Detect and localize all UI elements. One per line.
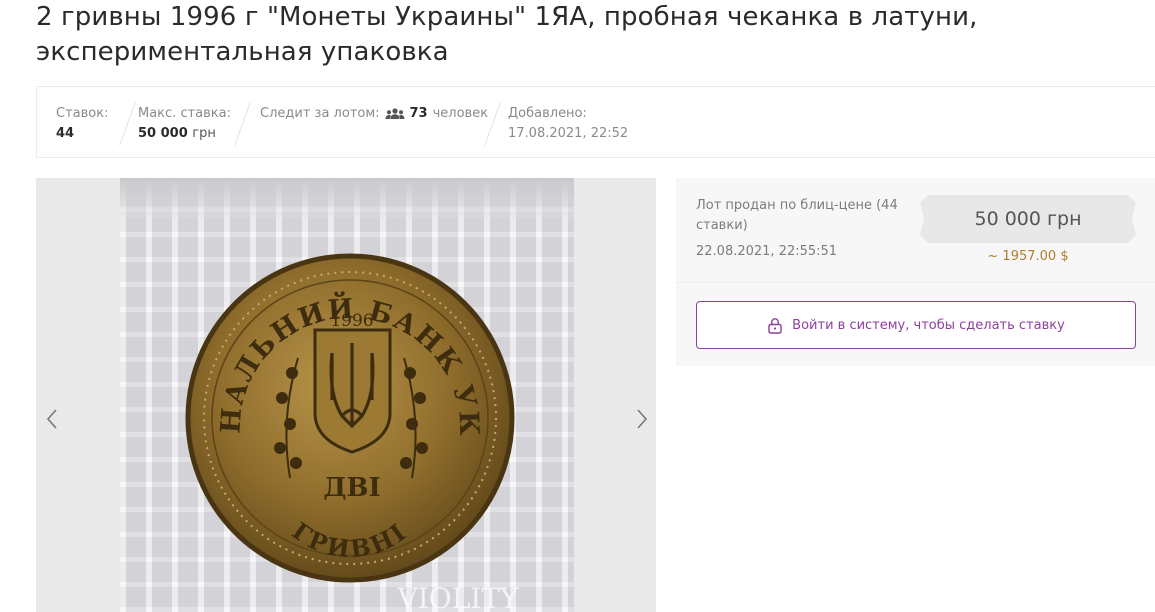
lot-stats-bar: Ставок: 44 Макс. ставка: 50 000 грн След… xyxy=(36,86,1155,158)
login-button-label: Войти в систему, чтобы сделать ставку xyxy=(792,317,1065,333)
photo-gallery[interactable]: НАЦІОНАЛЬНИЙ БАНК УКРАЇНИ 1996 ДВІ ГРИВН… xyxy=(36,178,656,612)
panel-divider xyxy=(676,282,1155,283)
login-to-bid-button[interactable]: Войти в систему, чтобы сделать ставку xyxy=(696,301,1136,349)
prev-photo-button[interactable] xyxy=(42,404,62,434)
watchers-count: 73 xyxy=(409,106,428,121)
added-date: 17.08.2021, 22:52 xyxy=(508,126,629,141)
chevron-right-icon xyxy=(637,409,648,429)
chevron-left-icon xyxy=(46,409,57,429)
next-photo-button[interactable] xyxy=(632,404,652,434)
lock-icon xyxy=(768,317,782,334)
max-bid-value: 50 000 грн xyxy=(138,126,216,141)
sold-price: 50 000 грн xyxy=(920,195,1136,243)
lot-sale-panel: Лот продан по блиц-цене (44 ставки) 22.0… xyxy=(676,178,1155,366)
max-bid-label: Макс. ставка: xyxy=(138,106,231,121)
stat-divider xyxy=(234,102,251,146)
stat-divider xyxy=(119,102,136,146)
price-usd: ~ 1957.00 $ xyxy=(987,249,1069,264)
watchers-stat: Следит за лотом: 73 человек xyxy=(260,104,488,124)
watchers-label: Следит за лотом: xyxy=(260,106,380,121)
added-stat: Добавлено: 17.08.2021, 22:52 xyxy=(508,104,628,144)
sold-status: Лот продан по блиц-цене (44 ставки) xyxy=(696,198,898,233)
users-icon xyxy=(385,108,405,119)
lot-photo[interactable]: НАЦІОНАЛЬНИЙ БАНК УКРАЇНИ 1996 ДВІ ГРИВН… xyxy=(120,178,574,612)
bids-stat: Ставок: 44 xyxy=(56,104,108,144)
watchers-unit: человек xyxy=(432,106,489,121)
added-label: Добавлено: xyxy=(508,106,587,121)
sold-date: 22.08.2021, 22:55:51 xyxy=(696,244,838,259)
coin-denomination: ДВІ xyxy=(323,473,380,503)
bids-value: 44 xyxy=(56,126,75,141)
watermark: VIOLITY xyxy=(396,582,519,612)
lot-title: 2 гривны 1996 г "Монеты Украины" 1ЯА, пр… xyxy=(36,2,978,67)
bids-label: Ставок: xyxy=(56,106,109,121)
coin-year: 1996 xyxy=(330,311,373,331)
max-bid-stat: Макс. ставка: 50 000 грн xyxy=(138,104,231,144)
coin-image: НАЦІОНАЛЬНИЙ БАНК УКРАЇНИ 1996 ДВІ ГРИВН… xyxy=(120,178,519,612)
